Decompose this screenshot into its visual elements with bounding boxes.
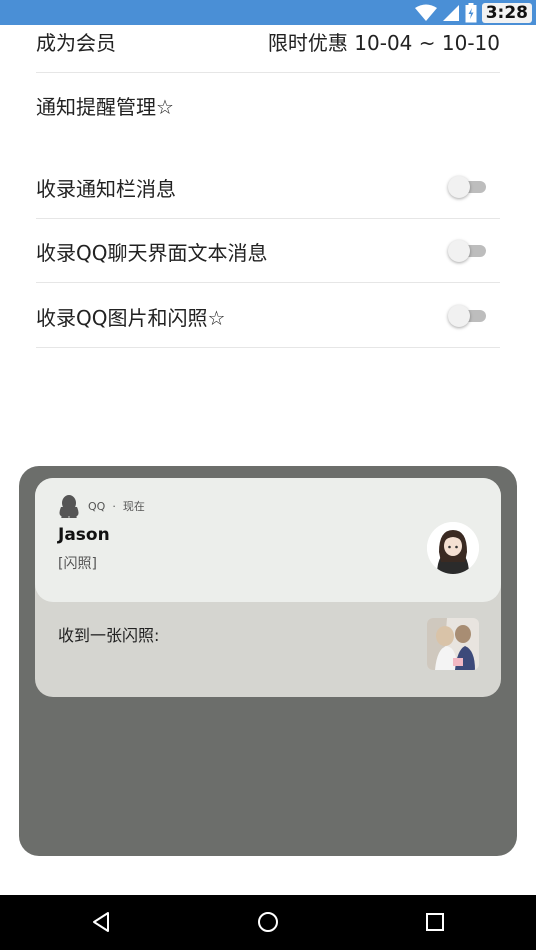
flash-photo-thumbnail [427,618,479,670]
membership-promo: 限时优惠 10-04 ~ 10-10 [267,30,500,55]
toggle-row-qq-images[interactable]: 收录QQ图片和闪照☆ [36,298,500,334]
toggle-label: 收录通知栏消息 [36,176,176,201]
notification-message: [闪照] [58,556,97,572]
toggle-thumb [448,176,470,198]
home-icon [258,912,278,932]
toggle-thumb [448,305,470,327]
qq-chat-text-toggle[interactable] [448,239,488,263]
notification-manage-label: 通知提醒管理☆ [36,94,174,119]
recents-icon [426,913,444,931]
toggle-thumb [448,240,470,262]
notification-sender: Jason [58,525,110,545]
divider [36,218,500,219]
sender-avatar [427,522,479,574]
signal-icon [442,4,459,21]
membership-label: 成为会员 [36,30,116,55]
stacked-notification-text: 收到一张闪照: [58,626,160,645]
notification-header: QQ · 现在 [58,494,145,518]
toggle-label: 收录QQ聊天界面文本消息 [36,240,268,265]
qq-penguin-icon [59,495,79,518]
status-bar: 3:28 [0,0,536,25]
navigation-bar [0,895,536,950]
toggle-label: 收录QQ图片和闪照☆ [36,305,226,330]
thumbnail-illustration [427,618,479,670]
battery-icon [465,2,477,22]
divider [36,72,500,73]
recents-button[interactable] [420,907,450,937]
membership-row[interactable]: 成为会员 限时优惠 10-04 ~ 10-10 [36,25,500,57]
notification-card: QQ · 现在 Jason [闪照] [35,478,501,602]
notification-time: 现在 [122,500,145,513]
back-icon [93,912,109,932]
home-button[interactable] [253,907,283,937]
qq-images-toggle[interactable] [448,304,488,328]
avatar-illustration [427,522,479,574]
back-button[interactable] [86,907,116,937]
divider [36,347,500,348]
notification-bar-toggle[interactable] [448,175,488,199]
notification-manage-row[interactable]: 通知提醒管理☆ [36,87,500,123]
toggle-row-notification-bar[interactable]: 收录通知栏消息 [36,169,500,205]
status-icons: 3:28 [414,2,532,23]
clock: 3:28 [481,2,532,23]
notification-app-name: QQ [88,499,106,513]
wifi-icon [414,4,437,21]
notification-separator: · [112,499,116,513]
toggle-row-qq-chat-text[interactable]: 收录QQ聊天界面文本消息 [36,233,500,269]
divider [36,282,500,283]
